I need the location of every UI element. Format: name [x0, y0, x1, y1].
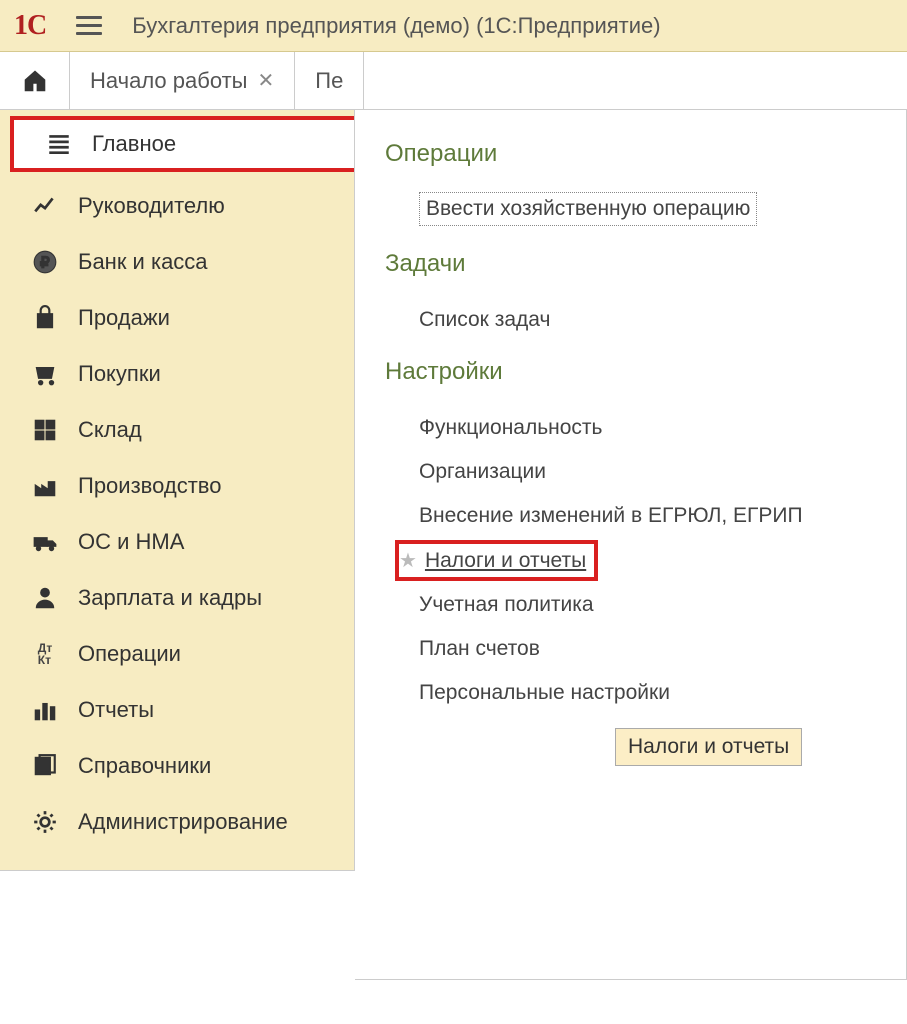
grid-icon [30, 415, 60, 445]
main-panel: Операции Ввести хозяйственную операцию З… [355, 110, 907, 980]
logo-1c: 1C [14, 10, 46, 42]
link-egrul[interactable]: Внесение изменений в ЕГРЮЛ, ЕГРИП [419, 494, 896, 538]
factory-icon [30, 471, 60, 501]
sidebar-item-reports[interactable]: Отчеты [0, 682, 354, 738]
cart-icon [30, 359, 60, 389]
person-icon [30, 583, 60, 613]
sidebar: Главное Руководителю ₽ Банк и касса Прод… [0, 110, 355, 871]
sidebar-item-purchases[interactable]: Покупки [0, 346, 354, 402]
tab-second[interactable]: Пе [295, 52, 364, 109]
sidebar-item-manager[interactable]: Руководителю [0, 178, 354, 234]
bag-icon [30, 303, 60, 333]
sidebar-item-label: Продажи [78, 305, 170, 331]
app-title: Бухгалтерия предприятия (демо) (1С:Предп… [132, 13, 660, 39]
sidebar-item-label: Отчеты [78, 697, 154, 723]
sidebar-item-sales[interactable]: Продажи [0, 290, 354, 346]
bars-icon [30, 695, 60, 725]
stack-icon [30, 751, 60, 781]
link-functionality[interactable]: Функциональность [419, 406, 896, 450]
link-accounting-policy[interactable]: Учетная политика [419, 583, 896, 627]
section-heading-tasks: Задачи [385, 250, 896, 278]
close-icon[interactable]: ✕ [257, 68, 274, 93]
sidebar-item-label: Банк и касса [78, 249, 208, 275]
sidebar-item-stock[interactable]: Склад [0, 402, 354, 458]
sidebar-item-label: Покупки [78, 361, 161, 387]
sidebar-item-label: Главное [92, 131, 176, 157]
tab-label: Пе [315, 68, 343, 94]
app-header: 1C Бухгалтерия предприятия (демо) (1С:Пр… [0, 0, 907, 52]
tab-home[interactable] [0, 52, 70, 109]
trend-icon [30, 191, 60, 221]
tooltip-taxes: Налоги и отчеты [615, 728, 802, 766]
dkt-icon: ДтКт [30, 639, 60, 669]
sidebar-item-main[interactable]: Главное [10, 116, 354, 172]
sidebar-item-assets[interactable]: ОС и НМА [0, 514, 354, 570]
main-menu-button[interactable] [76, 16, 102, 35]
ruble-icon: ₽ [30, 247, 60, 277]
sidebar-item-label: Зарплата и кадры [78, 585, 262, 611]
sidebar-item-label: Справочники [78, 753, 211, 779]
sidebar-item-catalogs[interactable]: Справочники [0, 738, 354, 794]
link-enter-operation[interactable]: Ввести хозяйственную операцию [419, 192, 757, 226]
section-heading-operations: Операции [385, 140, 896, 168]
link-chart-accounts[interactable]: План счетов [419, 627, 896, 671]
truck-icon [30, 527, 60, 557]
tab-start[interactable]: Начало работы ✕ [70, 52, 295, 109]
sidebar-item-label: Администрирование [78, 809, 288, 835]
sidebar-item-salary[interactable]: Зарплата и кадры [0, 570, 354, 626]
menu-lines-icon [44, 129, 74, 159]
link-organizations[interactable]: Организации [419, 450, 896, 494]
link-taxes-highlighted: ★ Налоги и отчеты [395, 540, 598, 581]
link-personal-settings[interactable]: Персональные настройки [419, 671, 896, 715]
section-heading-settings: Настройки [385, 358, 896, 386]
home-icon [22, 68, 48, 94]
link-task-list[interactable]: Список задач [419, 298, 896, 342]
sidebar-item-production[interactable]: Производство [0, 458, 354, 514]
tab-label: Начало работы [90, 68, 247, 94]
sidebar-item-label: Склад [78, 417, 142, 443]
tab-bar: Начало работы ✕ Пе [0, 52, 907, 110]
svg-text:₽: ₽ [40, 254, 50, 271]
link-taxes-reports[interactable]: Налоги и отчеты [425, 549, 586, 573]
sidebar-item-label: Операции [78, 641, 181, 667]
sidebar-item-operations[interactable]: ДтКт Операции [0, 626, 354, 682]
sidebar-item-label: ОС и НМА [78, 529, 184, 555]
star-icon[interactable]: ★ [399, 548, 417, 573]
sidebar-item-admin[interactable]: Администрирование [0, 794, 354, 850]
sidebar-item-label: Руководителю [78, 193, 225, 219]
sidebar-item-label: Производство [78, 473, 221, 499]
gear-icon [30, 807, 60, 837]
sidebar-item-bank[interactable]: ₽ Банк и касса [0, 234, 354, 290]
